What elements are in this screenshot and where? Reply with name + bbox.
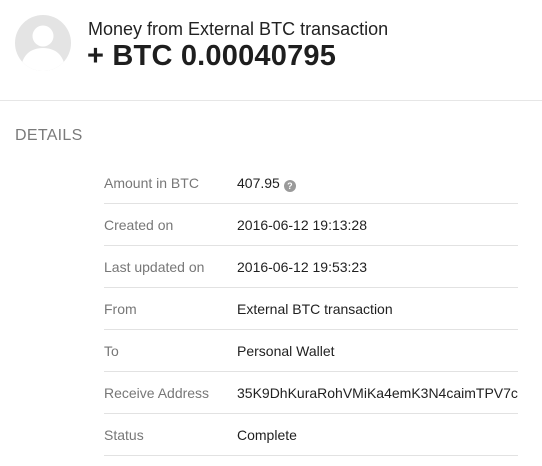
- amount-value: 407.95: [237, 175, 280, 191]
- detail-value: 2016-06-12 19:53:23: [237, 259, 367, 275]
- avatar: [15, 15, 71, 71]
- detail-row-receive-address: Receive Address 35K9DhKuraRohVMiKa4emK3N…: [104, 372, 518, 414]
- detail-value: 407.95?: [237, 175, 296, 192]
- detail-row-created: Created on 2016-06-12 19:13:28: [104, 204, 518, 246]
- detail-value: External BTC transaction: [237, 301, 393, 317]
- detail-row-status: Status Complete: [104, 414, 518, 456]
- detail-label: Amount in BTC: [104, 175, 199, 191]
- detail-label: Receive Address: [104, 385, 210, 401]
- details-list: Amount in BTC 407.95? Created on 2016-06…: [104, 162, 518, 456]
- status-value: Complete: [237, 427, 297, 443]
- transaction-header: Money from External BTC transaction + BT…: [0, 0, 542, 101]
- receive-address-value[interactable]: 35K9DhKuraRohVMiKa4emK3N4caimTPV7c: [237, 385, 518, 401]
- detail-row-from: From External BTC transaction: [104, 288, 518, 330]
- detail-label: To: [104, 343, 119, 359]
- detail-row-amount: Amount in BTC 407.95?: [104, 162, 518, 204]
- details-section-title: DETAILS: [15, 127, 83, 144]
- detail-row-updated: Last updated on 2016-06-12 19:53:23: [104, 246, 518, 288]
- transaction-subtitle: Money from External BTC transaction: [88, 19, 389, 39]
- question-icon[interactable]: ?: [283, 180, 296, 192]
- user-avatar-placeholder-icon: [21, 25, 65, 71]
- detail-label: Status: [104, 427, 144, 443]
- detail-row-to: To Personal Wallet: [104, 330, 518, 372]
- detail-label: From: [104, 301, 137, 317]
- detail-label: Created on: [104, 217, 174, 233]
- detail-value: 2016-06-12 19:13:28: [237, 217, 367, 233]
- transaction-amount: + BTC 0.00040795: [87, 40, 337, 72]
- detail-label: Last updated on: [104, 259, 205, 275]
- detail-value: Personal Wallet: [237, 343, 335, 359]
